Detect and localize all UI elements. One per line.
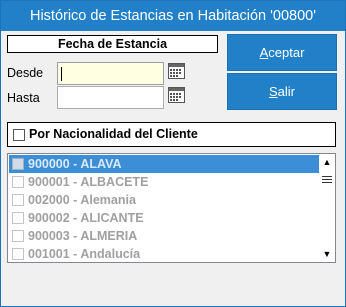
calendar-icon[interactable] <box>168 86 185 103</box>
nacionalidad-checkbox[interactable] <box>13 129 25 141</box>
vertical-scrollbar[interactable]: ▲ ▼ <box>319 154 335 262</box>
salir-button[interactable]: Salir <box>227 73 337 110</box>
list-item-checkbox[interactable] <box>12 176 24 188</box>
nacionalidad-label[interactable]: Por Nacionalidad del Cliente <box>29 127 198 141</box>
chevron-down-icon[interactable]: ▼ <box>319 247 335 261</box>
list-item-label: 900001 - ALBACETE <box>28 175 149 189</box>
list-item-checkbox[interactable] <box>12 212 24 224</box>
list-item-checkbox[interactable] <box>12 248 24 260</box>
aceptar-label: ceptar <box>268 45 305 60</box>
aceptar-button[interactable]: Aceptar <box>227 34 337 71</box>
fecha-heading: Fecha de Estancia <box>7 35 218 53</box>
text-caret <box>61 67 62 81</box>
aceptar-accel: A <box>259 45 269 60</box>
list-item[interactable]: 900003 - ALMERIA <box>9 227 319 245</box>
grip-icon[interactable] <box>322 174 332 186</box>
list-item[interactable]: 900000 - ALAVA <box>9 155 319 173</box>
salir-label: alir <box>277 84 295 99</box>
list-item[interactable]: 001001 - Andalucía <box>9 245 319 262</box>
nacionalidad-list[interactable]: 900000 - ALAVA 900001 - ALBACETE 002000 … <box>7 153 336 263</box>
list-item[interactable]: 002000 - Alemania <box>9 191 319 209</box>
list-item-label: 002000 - Alemania <box>28 193 136 207</box>
hasta-input[interactable] <box>57 86 164 109</box>
list-item-label: 900002 - ALICANTE <box>28 211 144 225</box>
chevron-up-icon[interactable]: ▲ <box>319 155 335 169</box>
list-item-checkbox[interactable] <box>12 158 24 170</box>
list-item[interactable]: 900001 - ALBACETE <box>9 173 319 191</box>
desde-input[interactable] <box>57 62 164 85</box>
list-item-checkbox[interactable] <box>12 230 24 242</box>
calendar-icon[interactable] <box>168 62 185 79</box>
list-item[interactable]: 900002 - ALICANTE <box>9 209 319 227</box>
desde-label: Desde <box>7 66 44 80</box>
list-item-checkbox[interactable] <box>12 194 24 206</box>
dialog-window: Histórico de Estancias en Habitación '00… <box>0 0 346 307</box>
nacionalidad-group: Por Nacionalidad del Cliente <box>7 122 336 147</box>
list-item-label: 900003 - ALMERIA <box>28 229 138 243</box>
salir-accel: S <box>268 84 278 99</box>
hasta-label: Hasta <box>7 91 40 105</box>
window-title: Histórico de Estancias en Habitación '00… <box>1 1 345 31</box>
list-item-label: 001001 - Andalucía <box>28 247 141 261</box>
list-item-label: 900000 - ALAVA <box>28 157 122 171</box>
